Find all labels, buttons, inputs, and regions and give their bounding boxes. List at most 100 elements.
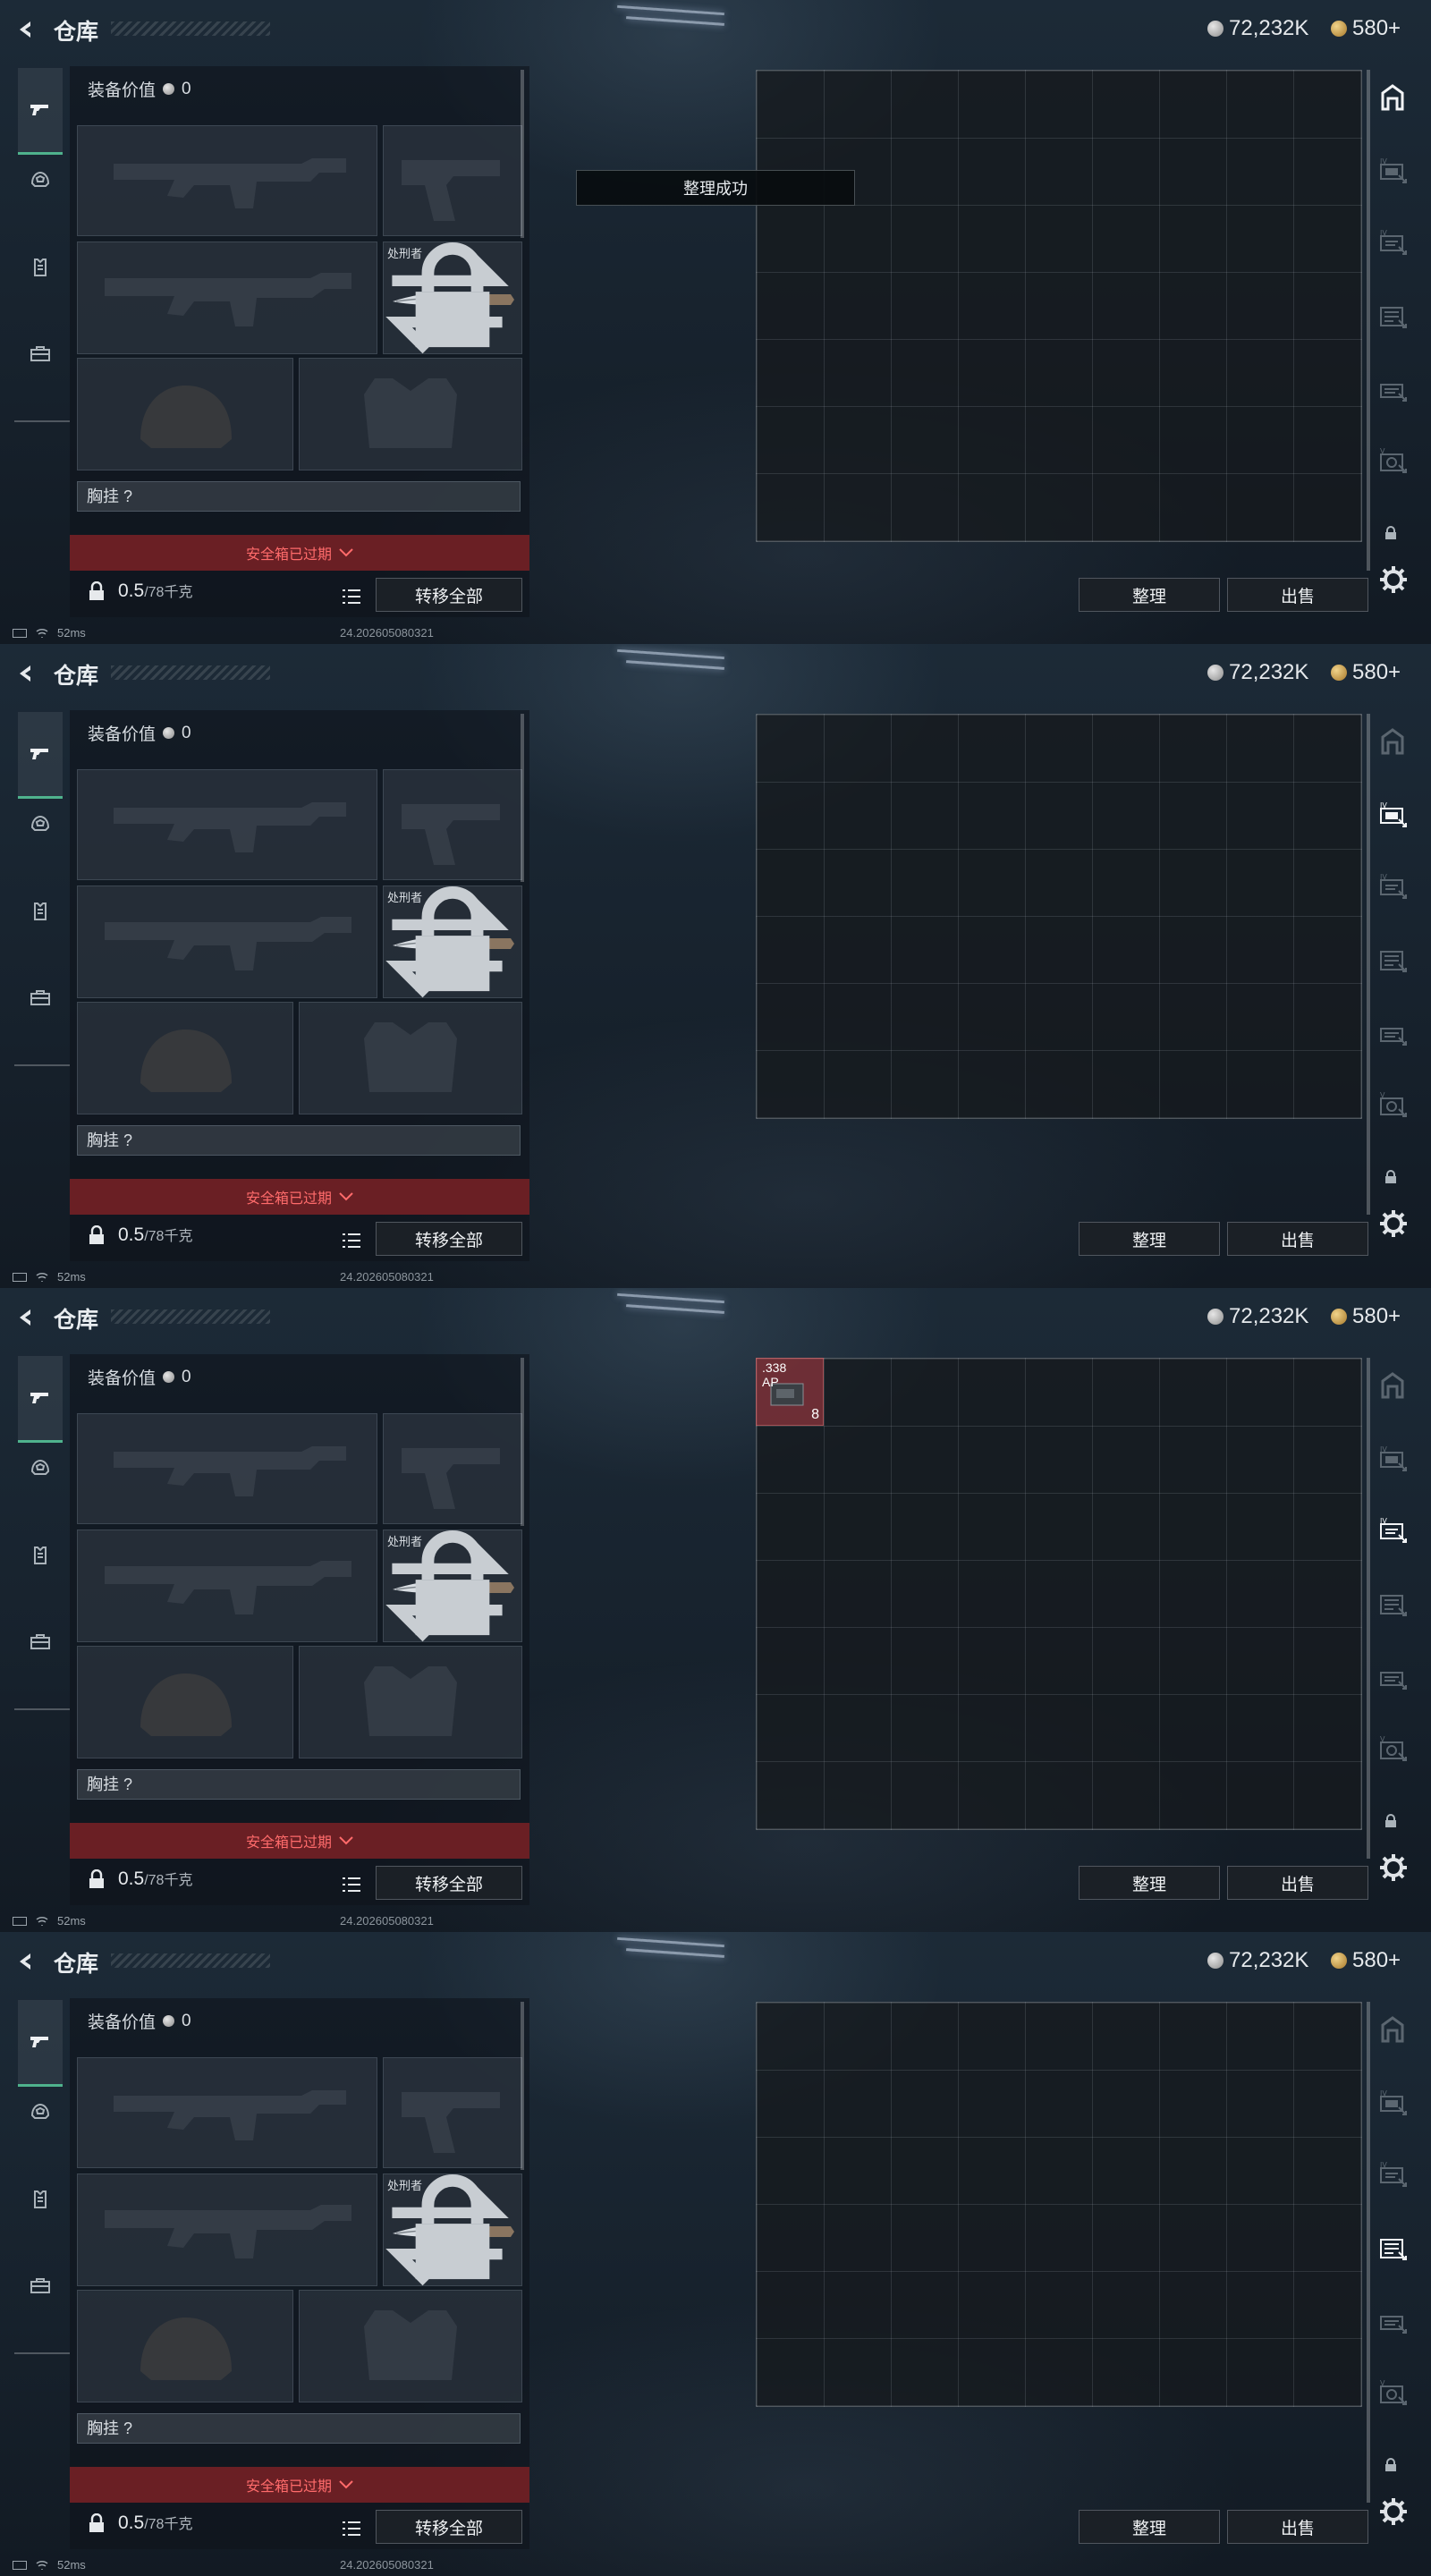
storage-scrollbar[interactable] <box>1367 714 1370 1215</box>
safe-box-expired-bar[interactable]: 安全箱已过期 <box>70 535 529 571</box>
gold-currency[interactable]: 580+ <box>1331 660 1401 685</box>
back-button[interactable] <box>13 660 39 687</box>
transfer-all-button[interactable]: 转移全部 <box>376 1222 522 1256</box>
silver-currency[interactable]: 72,232K <box>1207 1304 1308 1329</box>
secondary-weapon-slot[interactable] <box>77 886 377 998</box>
helmet-slot[interactable] <box>77 1646 293 1758</box>
pistol-slot[interactable] <box>383 125 522 236</box>
nav-backpack[interactable] <box>18 975 63 1020</box>
tab-stash[interactable] <box>1376 80 1410 114</box>
helmet-slot[interactable] <box>77 1002 293 1114</box>
tab-storage-3[interactable] <box>1376 2231 1410 2265</box>
nav-backpack[interactable] <box>18 1619 63 1664</box>
tab-storage-2[interactable]: IV <box>1376 225 1410 259</box>
sell-button[interactable]: 出售 <box>1227 578 1368 612</box>
silver-currency[interactable]: 72,232K <box>1207 660 1308 685</box>
storage-grid[interactable] <box>756 70 1362 542</box>
nav-weapons[interactable] <box>18 68 63 155</box>
tab-storage-5[interactable]: V <box>1376 444 1410 478</box>
safe-box-expired-bar[interactable]: 安全箱已过期 <box>70 2467 529 2503</box>
tab-storage-5[interactable]: V <box>1376 1088 1410 1122</box>
pistol-slot[interactable] <box>383 769 522 880</box>
equipment-scrollbar[interactable] <box>521 2002 524 2170</box>
back-button[interactable] <box>13 1304 39 1331</box>
melee-slot[interactable]: 处刑者 <box>383 242 522 354</box>
safe-box-expired-bar[interactable]: 安全箱已过期 <box>70 1823 529 1859</box>
nav-armor[interactable] <box>18 1533 63 1578</box>
transfer-all-button[interactable]: 转移全部 <box>376 1866 522 1900</box>
helmet-slot[interactable] <box>77 358 293 470</box>
tab-stash[interactable] <box>1376 724 1410 758</box>
back-button[interactable] <box>13 16 39 43</box>
tab-stash[interactable] <box>1376 2012 1410 2046</box>
melee-slot[interactable]: 处刑者 <box>383 886 522 998</box>
storage-grid[interactable] <box>756 1358 1362 1830</box>
list-view-button[interactable] <box>338 1871 365 1898</box>
equipment-scrollbar[interactable] <box>521 714 524 882</box>
secondary-weapon-slot[interactable] <box>77 242 377 354</box>
sell-button[interactable]: 出售 <box>1227 2510 1368 2544</box>
tab-storage-1[interactable]: IV <box>1376 798 1410 832</box>
gear-icon[interactable] <box>1377 2496 1410 2528</box>
primary-weapon-slot[interactable] <box>77 769 377 880</box>
tab-storage-5[interactable]: V <box>1376 1732 1410 1766</box>
nav-backpack[interactable] <box>18 331 63 376</box>
tab-storage-4[interactable] <box>1376 2304 1410 2338</box>
gold-currency[interactable]: 580+ <box>1331 1948 1401 1973</box>
sort-button[interactable]: 整理 <box>1079 578 1220 612</box>
tab-storage-4[interactable] <box>1376 1660 1410 1694</box>
tab-storage-1[interactable]: IV <box>1376 1442 1410 1476</box>
gear-icon[interactable] <box>1377 1852 1410 1884</box>
secondary-weapon-slot[interactable] <box>77 1530 377 1642</box>
nav-helmet[interactable] <box>18 801 63 846</box>
nav-helmet[interactable] <box>18 2089 63 2134</box>
primary-weapon-slot[interactable] <box>77 2057 377 2168</box>
list-view-button[interactable] <box>338 583 365 610</box>
nav-armor[interactable] <box>18 245 63 290</box>
tab-storage-1[interactable]: IV <box>1376 154 1410 188</box>
chest-rig-slot[interactable]: 胸挂 ? <box>77 2413 521 2444</box>
nav-backpack[interactable] <box>18 2263 63 2308</box>
list-view-button[interactable] <box>338 1227 365 1254</box>
nav-weapons[interactable] <box>18 2000 63 2087</box>
nav-armor[interactable] <box>18 889 63 934</box>
helmet-slot[interactable] <box>77 2290 293 2402</box>
body-armor-slot[interactable] <box>299 2290 522 2402</box>
primary-weapon-slot[interactable] <box>77 1413 377 1524</box>
equipment-scrollbar[interactable] <box>521 1358 524 1526</box>
storage-scrollbar[interactable] <box>1367 1358 1370 1859</box>
sell-button[interactable]: 出售 <box>1227 1222 1368 1256</box>
transfer-all-button[interactable]: 转移全部 <box>376 2510 522 2544</box>
sort-button[interactable]: 整理 <box>1079 2510 1220 2544</box>
gold-currency[interactable]: 580+ <box>1331 1304 1401 1329</box>
chest-rig-slot[interactable]: 胸挂 ? <box>77 481 521 512</box>
sell-button[interactable]: 出售 <box>1227 1866 1368 1900</box>
storage-grid[interactable] <box>756 2002 1362 2407</box>
back-button[interactable] <box>13 1948 39 1975</box>
tab-storage-4[interactable] <box>1376 372 1410 406</box>
chest-rig-slot[interactable]: 胸挂 ? <box>77 1125 521 1156</box>
sort-button[interactable]: 整理 <box>1079 1222 1220 1256</box>
pistol-slot[interactable] <box>383 1413 522 1524</box>
tab-storage-3[interactable] <box>1376 299 1410 333</box>
nav-armor[interactable] <box>18 2177 63 2222</box>
melee-slot[interactable]: 处刑者 <box>383 1530 522 1642</box>
tab-storage-3[interactable] <box>1376 943 1410 977</box>
body-armor-slot[interactable] <box>299 1002 522 1114</box>
nav-weapons[interactable] <box>18 1356 63 1443</box>
tab-storage-4[interactable] <box>1376 1016 1410 1050</box>
body-armor-slot[interactable] <box>299 358 522 470</box>
tab-storage-5[interactable]: V <box>1376 2376 1410 2410</box>
melee-slot[interactable]: 处刑者 <box>383 2174 522 2286</box>
gear-icon[interactable] <box>1377 1208 1410 1240</box>
gear-icon[interactable] <box>1377 564 1410 596</box>
safe-box-expired-bar[interactable]: 安全箱已过期 <box>70 1179 529 1215</box>
tab-storage-2[interactable]: IV <box>1376 2157 1410 2191</box>
storage-scrollbar[interactable] <box>1367 70 1370 571</box>
equipment-scrollbar[interactable] <box>521 70 524 238</box>
silver-currency[interactable]: 72,232K <box>1207 16 1308 41</box>
silver-currency[interactable]: 72,232K <box>1207 1948 1308 1973</box>
chest-rig-slot[interactable]: 胸挂 ? <box>77 1769 521 1800</box>
tab-stash[interactable] <box>1376 1368 1410 1402</box>
pistol-slot[interactable] <box>383 2057 522 2168</box>
